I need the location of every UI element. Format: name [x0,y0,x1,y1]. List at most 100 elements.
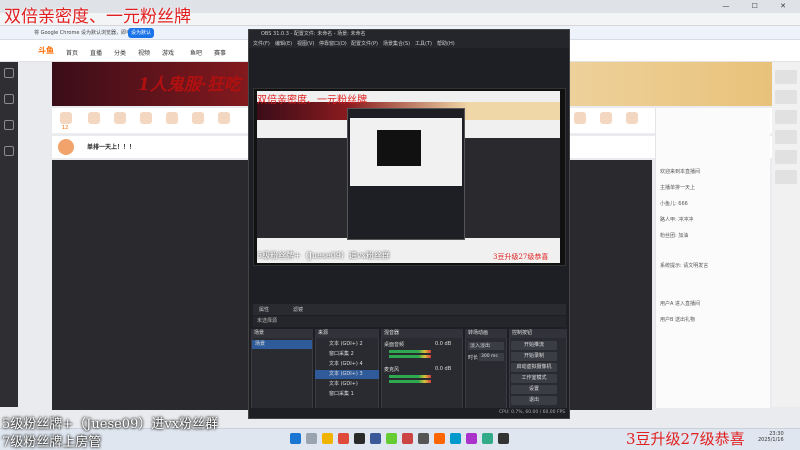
window-controls[interactable]: — ☐ ✕ [722,2,796,10]
side-ad[interactable] [775,130,797,144]
mixer-track-db: 0.0 dB [435,366,452,372]
overlay-bottom-left-1: 5级粉丝牌+（Juese09）进vx粉丝群 [2,417,219,432]
left-rail [0,62,18,407]
exit-button[interactable]: 退出 [511,396,557,405]
source-item[interactable]: 文本 (GDI+) 2 [315,340,379,349]
nav-home[interactable]: 首页 [66,48,78,57]
menu-docks[interactable]: 停靠窗口(D) [319,40,347,47]
start-icon[interactable] [290,433,301,444]
app-icon[interactable] [482,433,493,444]
gift-icon[interactable] [574,112,586,124]
menu-help[interactable]: 帮助(H) [437,40,455,47]
chrome-icon[interactable] [338,433,349,444]
app-icon[interactable] [498,433,509,444]
chat-line: 用户A 进入直播间 [660,301,701,307]
virtual-camera-button[interactable]: 启动虚拟摄像机 [511,363,557,372]
mixer-track-db: 0.0 dB [435,341,452,347]
overlay-bottom-left-2: 7级粉丝牌上房管 [2,435,102,450]
chat-line: 主播单排一天上 [660,185,696,191]
chat-line: 用户B 送出礼物 [660,317,696,323]
side-ad[interactable] [775,70,797,84]
settings-button[interactable]: 设置 [511,385,557,394]
volume-meter [389,380,431,383]
duration-input[interactable]: 300 ms [479,353,504,361]
volume-meter [389,375,431,378]
folder-icon[interactable] [322,433,333,444]
gift-icon[interactable] [88,112,100,124]
app-icon[interactable] [370,433,381,444]
app-icon[interactable] [402,433,413,444]
mixer-track-name: 桌面音频 [384,342,405,348]
gift-icon[interactable] [114,112,126,124]
level-badge-icon [60,112,72,124]
source-item[interactable]: 文本 (GDI+) [315,380,379,389]
search-icon[interactable] [306,433,317,444]
side-ad[interactable] [775,110,797,124]
menu-edit[interactable]: 编辑(E) [275,40,292,47]
nav-fishbar[interactable]: 鱼吧 [190,48,202,57]
nav-events[interactable]: 赛事 [214,48,226,57]
volume-meter [389,350,431,353]
properties-button[interactable]: 属性 [259,306,269,313]
side-ad[interactable] [775,150,797,164]
studio-mode-button[interactable]: 工作室模式 [511,374,557,383]
nav-live[interactable]: 直播 [90,48,102,57]
gift-icon[interactable] [626,112,638,124]
site-logo[interactable]: 斗鱼 [38,45,54,56]
nav-game[interactable]: 游戏 [162,48,174,57]
app-icon[interactable] [466,433,477,444]
chat-line: 路人甲: 冲冲冲 [660,217,694,223]
source-item[interactable]: 窗口采集 2 [315,350,379,359]
chat-line: 小鱼儿: 666 [660,201,688,207]
message-icon[interactable] [4,146,14,156]
obs-menu-bar: 文件(F) 编辑(E) 视图(V) 停靠窗口(D) 配置文件(P) 场景集合(S… [249,39,569,48]
gift-icon[interactable] [218,112,230,124]
source-item[interactable]: 文本 (GDI+) 3 [315,370,379,379]
source-toolbar: 属性 滤镜 [253,304,566,315]
menu-file[interactable]: 文件(F) [253,40,270,47]
nav-category[interactable]: 分类 [114,48,126,57]
gift-icon[interactable] [166,112,178,124]
app-icon[interactable] [386,433,397,444]
home-icon[interactable] [4,68,14,78]
app-icon[interactable] [434,433,445,444]
chat-line: 系统提示: 请文明发言 [660,263,709,269]
start-recording-button[interactable]: 开始录制 [511,352,557,361]
side-ad[interactable] [775,90,797,104]
scene-item[interactable]: 场景 [252,340,312,349]
obs-status-bar: CPU: 0.7%, 60.00 / 60.00 FPS [249,408,569,418]
avatar[interactable] [58,139,74,155]
gift-icon[interactable] [192,112,204,124]
gift-icon[interactable] [600,112,612,124]
source-item[interactable]: 窗口采集 1 [315,390,379,399]
mixer-title: 混音器 [381,329,463,338]
no-source-label: 未选择源 [253,316,566,327]
follow-icon[interactable] [4,94,14,104]
preview-overlay-top: 双倍亲密度、一元粉丝牌 [257,95,367,106]
overlay-bottom-right: 3豆升级27级恭喜 [626,430,745,448]
app-icon[interactable] [418,433,429,444]
transition-select[interactable]: 淡入淡出 [468,342,504,350]
side-ad[interactable] [775,170,797,184]
preview-overlay-bottom: 5级粉丝牌+（Juese09）进vx粉丝群 [257,251,390,260]
obs-icon[interactable] [354,433,365,444]
history-icon[interactable] [4,120,14,130]
gift-icon[interactable] [140,112,152,124]
app-icon[interactable] [450,433,461,444]
menu-profile[interactable]: 配置文件(P) [351,40,378,47]
filters-button[interactable]: 滤镜 [293,306,303,313]
overlay-top-banner: 双倍亲密度、一元粉丝牌 [4,7,191,27]
source-item[interactable]: 文本 (GDI+) 4 [315,360,379,369]
banner-slogan: 1人鬼服·狂吃 [138,75,241,95]
menu-tools[interactable]: 工具(T) [415,40,432,47]
sources-title: 来源 [315,329,379,338]
menu-view[interactable]: 视图(V) [297,40,314,47]
taskbar-clock[interactable]: 23:30 2025/1/16 [758,431,784,443]
start-streaming-button[interactable]: 开始推流 [511,341,557,350]
nav-video[interactable]: 视频 [138,48,150,57]
set-default-button[interactable]: 设为默认 [128,28,154,38]
scenes-title: 场景 [251,329,313,338]
controls-title: 控制按钮 [509,329,567,338]
menu-scene-collection[interactable]: 场景集合(S) [383,40,410,47]
duration-label: 时长 [468,355,479,361]
